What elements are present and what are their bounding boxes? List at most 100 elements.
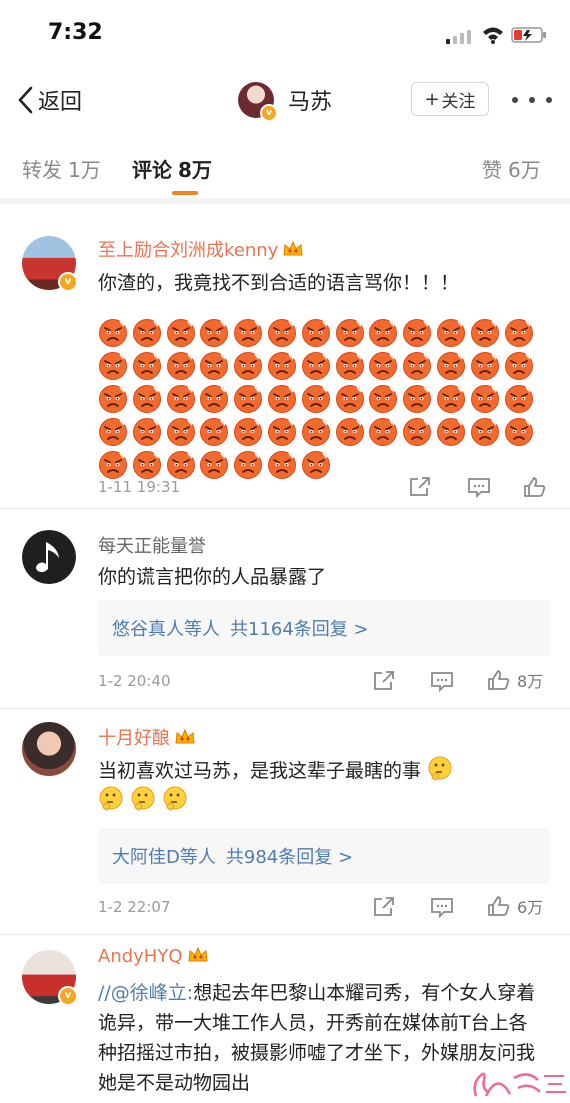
angry-emoji — [504, 319, 533, 347]
angry-emoji — [99, 352, 127, 380]
avatar[interactable]: v — [22, 950, 78, 1006]
angry-emoji — [166, 319, 195, 347]
angry-emoji — [335, 352, 364, 380]
share-icon[interactable] — [372, 670, 396, 692]
comment-icon[interactable] — [430, 896, 454, 918]
comment-text: 你的谎言把你的人品暴露了 — [98, 566, 327, 588]
angry-emoji — [436, 385, 465, 413]
angry-emoji — [200, 418, 229, 446]
angry-emoji — [403, 385, 432, 413]
angry-emoji — [234, 319, 263, 347]
like-count: 6万 — [517, 898, 544, 917]
comment-author[interactable]: AndyHYQ — [98, 946, 209, 967]
avatar[interactable] — [22, 530, 76, 584]
follow-button[interactable]: + 关注 — [411, 82, 489, 116]
tab-reposts[interactable]: 转发 1万 — [22, 154, 101, 183]
reply-link: 大阿佳D等人 共984条回复 > — [112, 847, 354, 868]
angry-emoji — [267, 319, 296, 347]
angry-emoji — [200, 319, 229, 347]
angry-emoji — [470, 418, 499, 446]
mention-link[interactable]: //@徐峰立: — [98, 982, 193, 1004]
angry-emoji — [234, 418, 263, 446]
crown-icon — [175, 728, 195, 744]
more-dots-icon[interactable] — [512, 90, 552, 110]
comment-icon[interactable] — [430, 670, 454, 692]
angry-emoji — [369, 418, 398, 446]
avatar[interactable]: v — [22, 236, 78, 292]
angry-emoji — [132, 385, 161, 413]
angry-emoji — [267, 352, 296, 380]
tab-label: 赞 — [482, 158, 502, 182]
comment-icon[interactable] — [467, 476, 491, 498]
avatar[interactable] — [22, 722, 76, 776]
tab-comments[interactable]: 评论 8万 — [132, 154, 212, 183]
angry-emoji — [301, 451, 330, 479]
comment-author[interactable]: 每天正能量誉 — [98, 532, 206, 558]
comment-text: 你渣的，我竟找不到合适的语言骂你！！！ — [98, 272, 460, 294]
angry-emoji — [200, 385, 229, 413]
plus-icon: + — [424, 88, 440, 110]
like-icon — [488, 670, 510, 690]
angry-emoji — [436, 352, 465, 380]
angry-emoji — [436, 319, 465, 347]
battery-icon — [511, 27, 546, 43]
angry-emoji — [403, 319, 432, 347]
angry-emoji — [335, 418, 364, 446]
comment-time: 1-2 20:40 — [98, 672, 171, 690]
active-tab-indicator — [172, 191, 198, 195]
comment-author[interactable]: 十月好酿 — [98, 724, 196, 750]
angry-emoji — [369, 319, 398, 347]
replies-summary[interactable]: 悠谷真人等人 共1164条回复 > — [98, 600, 550, 656]
like-button[interactable]: 8万 — [487, 668, 543, 692]
angry-emoji — [99, 385, 127, 413]
like-icon[interactable] — [523, 476, 547, 498]
follow-label: 关注 — [441, 91, 476, 112]
verified-badge-icon: v — [260, 104, 278, 122]
profile-header[interactable]: v 马苏 — [238, 80, 332, 122]
replies-summary[interactable]: 大阿佳D等人 共984条回复 > — [98, 828, 550, 884]
angry-emoji — [267, 451, 296, 479]
angry-emoji — [301, 319, 330, 347]
comment-time: 1-11 19:31 — [98, 478, 181, 496]
thinking-emoji — [99, 786, 123, 811]
angry-emoji — [301, 352, 330, 380]
angry-emoji — [132, 352, 161, 380]
like-button[interactable]: 6万 — [487, 894, 543, 918]
back-chevron-icon — [18, 86, 33, 114]
verified-badge-icon: v — [58, 986, 78, 1006]
angry-emoji — [99, 451, 127, 479]
angry-emoji — [200, 451, 229, 479]
wifi-icon — [483, 27, 503, 44]
comment-author[interactable]: 至上励合刘洲成kenny — [98, 236, 304, 262]
thinking-emoji — [163, 786, 187, 811]
angry-emoji — [267, 385, 296, 413]
angry-emoji — [470, 352, 499, 380]
comment-text: 当初喜欢过马苏，是我这辈子最瞎的事 — [98, 756, 538, 816]
share-icon[interactable] — [372, 896, 396, 918]
angry-emoji — [301, 418, 330, 446]
thinking-emoji — [428, 756, 452, 781]
comment-item: 十月好酿 当初喜欢过马苏，是我这辈子最瞎的事 大阿佳D等人 共984条回复 > 1… — [0, 710, 570, 936]
back-label: 返回 — [38, 90, 83, 115]
angry-emoji — [470, 319, 499, 347]
avatar[interactable]: v — [238, 82, 278, 122]
share-icon[interactable] — [408, 476, 432, 498]
comment-item: v 至上励合刘洲成kenny 你渣的，我竟找不到合适的语言骂你！！！ 1-11 … — [0, 220, 570, 510]
tab-label: 评论 — [132, 158, 172, 182]
tab-count: 8万 — [178, 158, 212, 182]
angry-emoji — [166, 385, 195, 413]
verified-badge-icon: v — [58, 272, 78, 292]
angry-emoji — [403, 418, 432, 446]
tab-likes[interactable]: 赞 6万 — [482, 154, 541, 183]
thinking-emoji — [131, 786, 155, 811]
angry-emoji — [234, 451, 263, 479]
tab-label: 转发 — [22, 158, 62, 182]
angry-emoji — [166, 451, 195, 479]
angry-emoji — [132, 451, 161, 479]
status-time: 7:32 — [48, 20, 103, 45]
tab-count: 1万 — [68, 158, 101, 182]
angry-emoji — [132, 319, 161, 347]
angry-emoji — [234, 385, 263, 413]
angry-emoji — [504, 352, 533, 380]
back-button[interactable]: 返回 — [16, 82, 82, 118]
